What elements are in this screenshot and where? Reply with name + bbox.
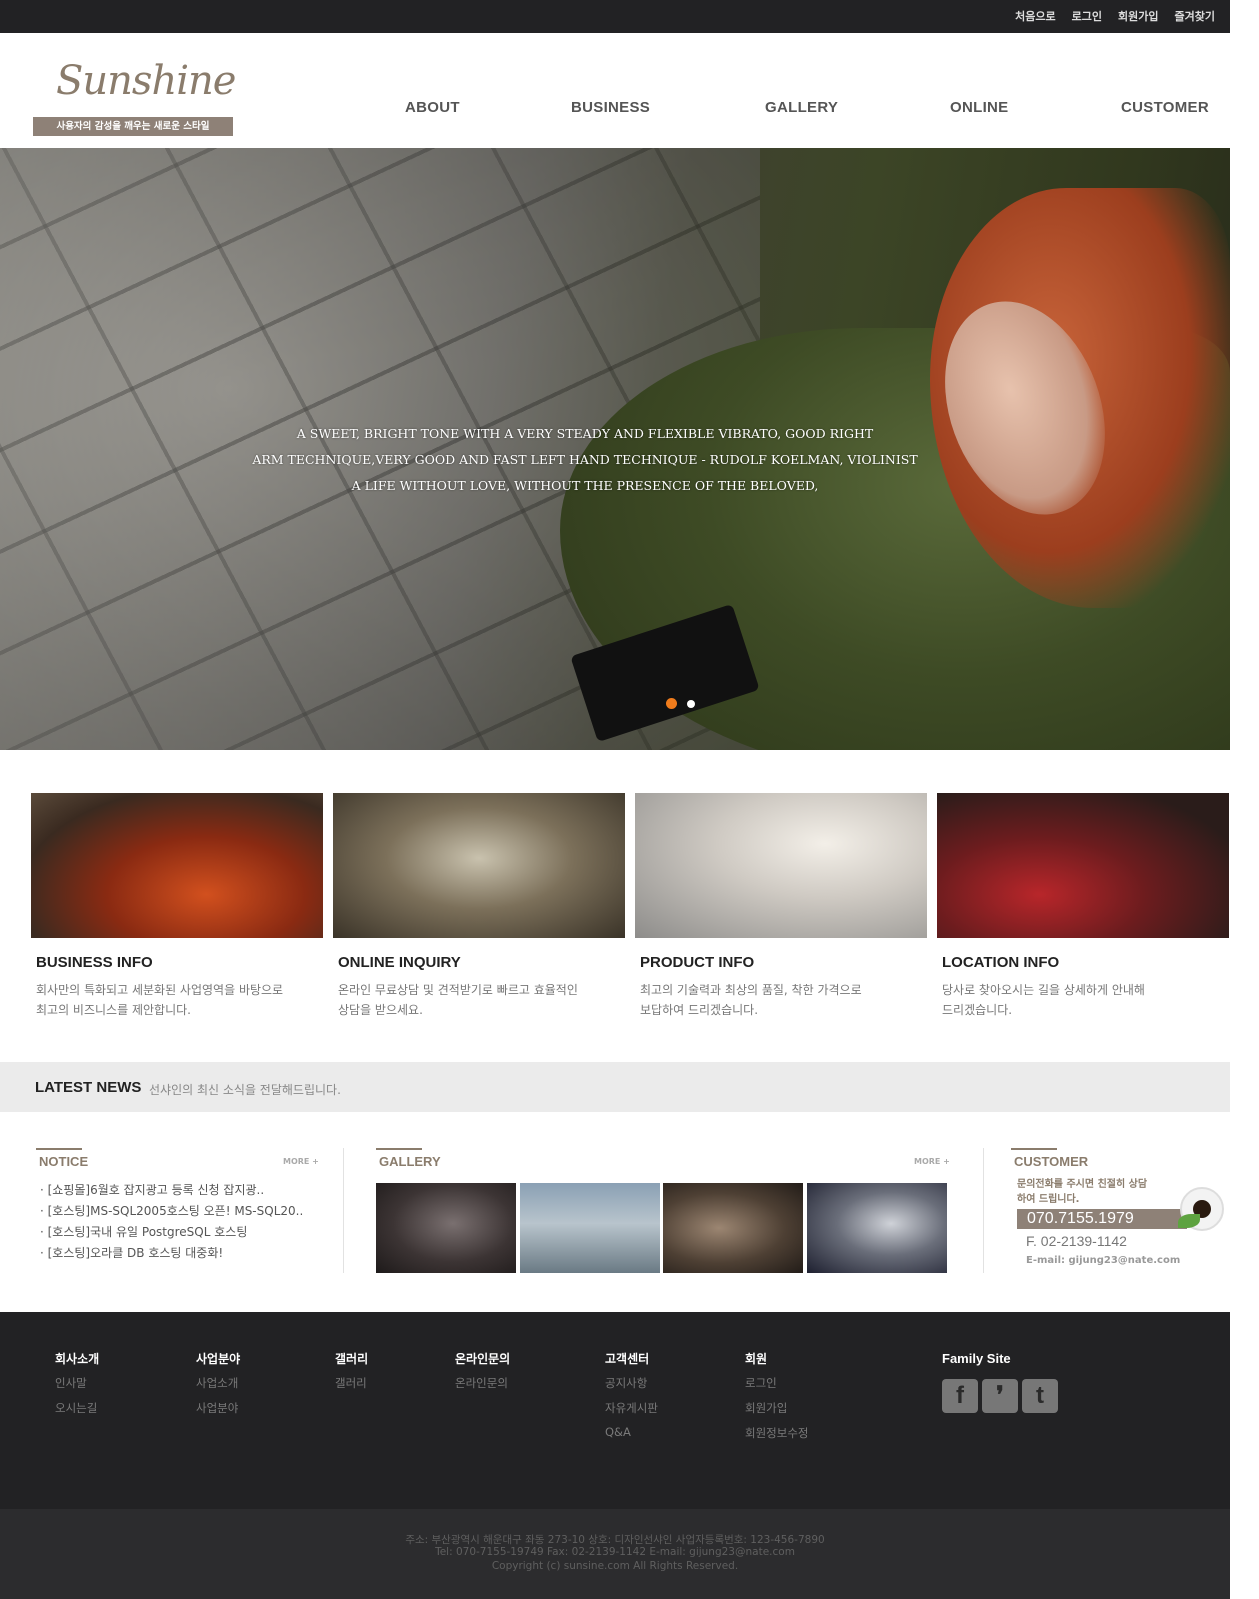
footer-link[interactable]: 사업소개	[196, 1375, 238, 1391]
feature-desc-line: 회사만의 특화되고 세분화된 사업영역을 바탕으로	[36, 983, 284, 997]
feature-desc-inquiry: 온라인 무료상담 및 견적받기로 빠르고 효율적인 상담을 받으세요.	[338, 980, 628, 1020]
customer-title: CUSTOMER	[1014, 1154, 1089, 1169]
latest-news-subtitle: 선샤인의 최신 소식을 전달해드립니다.	[149, 1083, 341, 1097]
footer-head-customer[interactable]: 고객센터	[605, 1350, 649, 1367]
gallery-title-rule	[376, 1148, 422, 1150]
nav-online[interactable]: ONLINE	[950, 99, 1008, 116]
feature-title-location[interactable]: LOCATION INFO	[942, 954, 1059, 971]
feature-image-business[interactable]	[31, 793, 323, 938]
footer-link[interactable]: 로그인	[745, 1375, 777, 1391]
family-site-label: Family Site	[942, 1351, 1011, 1366]
feature-desc-location: 당사로 찾아오시는 길을 상세하게 안내해 드리겠습니다.	[942, 980, 1232, 1020]
slide-dot-active[interactable]	[666, 698, 677, 709]
feature-desc-line: 최고의 비즈니스를 제안합니다.	[36, 1003, 191, 1017]
feature-desc-line: 상담을 받으세요.	[338, 1003, 423, 1017]
footer-link[interactable]: Q&A	[605, 1425, 631, 1439]
divider	[983, 1148, 984, 1273]
nav-about[interactable]: ABOUT	[405, 99, 460, 116]
hero-quote-line-2: ARM TECHNIQUE,VERY GOOD AND FAST LEFT HA…	[252, 452, 918, 467]
footer-link[interactable]: 오시는길	[55, 1400, 97, 1416]
gallery-thumb[interactable]	[520, 1183, 660, 1273]
slide-dot[interactable]	[687, 700, 695, 708]
customer-title-rule	[1011, 1148, 1057, 1150]
footer-link[interactable]: 갤러리	[335, 1375, 367, 1391]
footer-head-gallery[interactable]: 갤러리	[335, 1350, 368, 1367]
feature-image-inquiry[interactable]	[333, 793, 625, 938]
feature-title-product[interactable]: PRODUCT INFO	[640, 954, 754, 971]
top-link-home[interactable]: 처음으로	[1015, 8, 1055, 24]
customer-text-line: 문의전화를 주시면 친절히 상담	[1017, 1179, 1148, 1190]
footer-head-online[interactable]: 온라인문의	[455, 1350, 510, 1367]
gallery-thumb[interactable]	[807, 1183, 947, 1273]
gallery-title: GALLERY	[379, 1154, 441, 1169]
footer-head-company[interactable]: 회사소개	[55, 1350, 99, 1367]
copyright-line: Tel: 070-7155-19749 Fax: 02-2139-1142 E-…	[435, 1546, 795, 1558]
feature-image-location[interactable]	[937, 793, 1229, 938]
notice-item[interactable]: · [호스팅]오라클 DB 호스팅 대중화!	[40, 1244, 223, 1261]
feature-title-inquiry[interactable]: ONLINE INQUIRY	[338, 954, 461, 971]
copyright-line: Copyright (c) sunsine.com All Rights Res…	[491, 1560, 739, 1572]
customer-fax: F. 02-2139-1142	[1026, 1233, 1127, 1249]
nav-customer[interactable]: CUSTOMER	[1121, 99, 1209, 116]
footer-head-member[interactable]: 회원	[745, 1350, 767, 1367]
feature-desc-business: 회사만의 특화되고 세분화된 사업영역을 바탕으로 최고의 비즈니스를 제안합니…	[36, 980, 326, 1020]
gallery-thumb[interactable]	[376, 1183, 516, 1273]
hero-quote-line-1: A SWEET, BRIGHT TONE WITH A VERY STEADY …	[296, 426, 874, 441]
customer-phone: 070.7155.1979	[1017, 1209, 1187, 1229]
footer-head-business[interactable]: 사업분야	[196, 1350, 240, 1367]
footer-link[interactable]: 공지사항	[605, 1375, 647, 1391]
footer-link[interactable]: 회원정보수정	[745, 1425, 808, 1441]
customer-email[interactable]: E-mail: gijung23@nate.com	[1026, 1255, 1180, 1266]
feature-image-product[interactable]	[635, 793, 927, 938]
feature-desc-product: 최고의 기술력과 최상의 품질, 착한 가격으로 보답하여 드리겠습니다.	[640, 980, 930, 1020]
top-link-login[interactable]: 로그인	[1072, 8, 1102, 24]
gallery-more-link[interactable]: MORE +	[914, 1157, 950, 1166]
copyright-line: 주소: 부산광역시 해운대구 좌동 273-10 상호: 디자인선샤인 사업자등…	[405, 1534, 825, 1546]
gallery-thumb[interactable]	[663, 1183, 803, 1273]
feature-desc-line: 최고의 기술력과 최상의 품질, 착한 가격으로	[640, 983, 862, 997]
latest-news-title: LATEST NEWS	[35, 1079, 142, 1096]
footer-link[interactable]: 인사말	[55, 1375, 87, 1391]
customer-text-line: 하여 드립니다.	[1017, 1194, 1080, 1205]
nav-gallery[interactable]: GALLERY	[765, 99, 838, 116]
footer-link[interactable]: 온라인문의	[455, 1375, 508, 1391]
footer-link[interactable]: 자유게시판	[605, 1400, 658, 1416]
hero-quote-line-3: A LIFE WITHOUT LOVE, WITHOUT THE PRESENC…	[351, 478, 819, 493]
feature-desc-line: 드리겠습니다.	[942, 1003, 1013, 1017]
hero-banner	[0, 148, 1230, 750]
footer-link[interactable]: 회원가입	[745, 1400, 787, 1416]
divider	[343, 1148, 344, 1273]
notice-title-rule	[36, 1148, 82, 1150]
logo[interactable]: Sunshine	[56, 58, 236, 104]
feature-title-business[interactable]: BUSINESS INFO	[36, 954, 153, 971]
feature-desc-line: 온라인 무료상담 및 견적받기로 빠르고 효율적인	[338, 983, 578, 997]
notice-title: NOTICE	[39, 1154, 89, 1169]
me2day-icon[interactable]: ❜	[982, 1379, 1018, 1413]
notice-item[interactable]: · [쇼핑몰]6월호 잡지광고 등록 신청 잡지광..	[40, 1181, 264, 1198]
customer-text: 문의전화를 주시면 친절히 상담 하여 드립니다.	[1017, 1177, 1147, 1207]
notice-item[interactable]: · [호스팅]국내 유일 PostgreSQL 호스팅	[40, 1223, 247, 1240]
top-links: 처음으로 로그인 회원가입 즐겨찾기	[1015, 8, 1215, 24]
logo-tagline: 사용자의 감성을 깨우는 새로운 스타일	[33, 117, 233, 136]
facebook-icon[interactable]: f	[942, 1379, 978, 1413]
nav-business[interactable]: BUSINESS	[571, 99, 650, 116]
twitter-icon[interactable]: t	[1022, 1379, 1058, 1413]
feature-desc-line: 당사로 찾아오시는 길을 상세하게 안내해	[942, 983, 1145, 997]
top-link-join[interactable]: 회원가입	[1118, 8, 1158, 24]
notice-item[interactable]: · [호스팅]MS-SQL2005호스팅 오픈! MS-SQL20..	[40, 1202, 303, 1219]
notice-more-link[interactable]: MORE +	[283, 1157, 319, 1166]
feature-desc-line: 보답하여 드리겠습니다.	[640, 1003, 759, 1017]
top-link-bookmark[interactable]: 즐겨찾기	[1175, 8, 1215, 24]
footer-link[interactable]: 사업분야	[196, 1400, 238, 1416]
